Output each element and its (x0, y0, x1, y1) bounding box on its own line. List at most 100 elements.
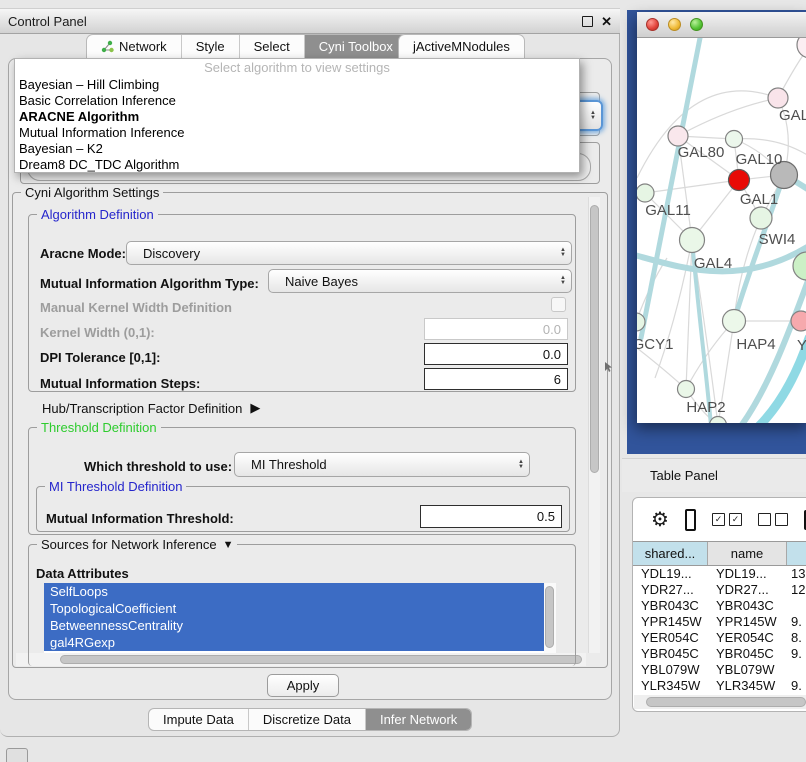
attributes-scrollbar-thumb[interactable] (545, 586, 554, 648)
table-row[interactable]: YER054CYER054C8. (633, 630, 806, 646)
close-traffic-light-icon[interactable] (646, 18, 659, 31)
dropdown-item[interactable]: Bayesian – K2 (15, 141, 579, 157)
select-all-checkboxes-icon[interactable]: ✓✓ (712, 513, 742, 526)
attribute-item[interactable]: BetweennessCentrality (44, 617, 544, 634)
dropdown-item[interactable]: Mutual Information Inference (15, 125, 579, 141)
dropdown-item[interactable]: Basic Correlation Inference (15, 93, 579, 109)
which-threshold-combobox[interactable]: MI Threshold ▲▼ (234, 452, 530, 477)
combo-stepper-icon: ▲▼ (590, 111, 601, 121)
cell: 9. (787, 646, 806, 662)
dropdown-item[interactable]: Dream8 DC_TDC Algorithm (15, 157, 579, 173)
aracne-mode-value: Discovery (127, 246, 200, 261)
cell: YBR045C (708, 646, 787, 662)
mouse-cursor (604, 362, 614, 374)
data-attributes-list[interactable]: SelfLoops TopologicalCoefficient Between… (44, 583, 556, 653)
node-gal10[interactable] (726, 131, 743, 148)
tab-discretize-data[interactable]: Discretize Data (249, 709, 366, 730)
node-label: HAP2 (686, 399, 725, 416)
cell (787, 598, 806, 614)
network-icon (101, 40, 114, 53)
table-scrollbar-thumb[interactable] (646, 697, 806, 707)
tab-label: Select (254, 39, 290, 54)
node-gal1[interactable] (750, 207, 772, 229)
zoom-traffic-light-icon[interactable] (690, 18, 703, 31)
node-gal11[interactable] (637, 184, 654, 202)
vertical-scrollbar-thumb[interactable] (590, 205, 599, 473)
which-threshold-value: MI Threshold (235, 457, 327, 472)
network-view-window[interactable]: GAL80 GAL10 GAL1 GAL11 SWI4 GAL4 GCY1 HA… (637, 12, 806, 423)
split-columns-icon[interactable] (685, 509, 696, 531)
table-row[interactable]: YPR145WYPR145W9. (633, 614, 806, 630)
dropdown-prompt: Select algorithm to view settings (15, 59, 579, 77)
network-window-titlebar[interactable] (637, 12, 806, 38)
cell: YPR145W (633, 614, 708, 630)
tab-cyni-toolbox[interactable]: Cyni Toolbox (305, 35, 407, 58)
node-hap2[interactable] (678, 381, 695, 398)
tab-infer-network[interactable]: Infer Network (366, 709, 471, 730)
dpi-tolerance-value: 0.0 (543, 347, 561, 362)
node-hap4[interactable] (723, 310, 746, 333)
top-tab-group: Network Style Select Cyni Toolbox (86, 34, 408, 58)
node-salmon[interactable] (791, 311, 806, 331)
dropdown-item[interactable]: Bayesian – Hill Climbing (15, 77, 579, 93)
tab-style[interactable]: Style (182, 35, 240, 58)
settings-vertical-scrollbar[interactable] (588, 197, 600, 653)
bottom-left-widget[interactable] (6, 748, 28, 762)
tab-label: Cyni Toolbox (319, 39, 393, 54)
attributes-scrollbar[interactable] (544, 583, 556, 653)
manual-kernel-label: Manual Kernel Width Definition (40, 300, 232, 315)
node-gal4[interactable] (680, 228, 705, 253)
node-red[interactable] (729, 170, 750, 191)
network-canvas[interactable]: GAL80 GAL10 GAL1 GAL11 SWI4 GAL4 GCY1 HA… (637, 38, 806, 423)
table-panel-header[interactable]: Table Panel (622, 458, 806, 492)
table-row[interactable]: YDR27...YDR27...12 (633, 582, 806, 598)
table-row[interactable]: YLR345WYLR345W9. (633, 678, 806, 694)
cell: YBR045C (633, 646, 708, 662)
attribute-item[interactable]: gal4RGexp (44, 634, 544, 651)
combo-stepper-icon: ▲▼ (560, 276, 571, 286)
manual-kernel-checkbox[interactable] (551, 297, 566, 312)
disclosure-down-icon[interactable]: ▼ (223, 539, 234, 551)
node-gal-partial[interactable] (768, 88, 788, 108)
table-row[interactable]: YBL079WYBL079W (633, 662, 806, 678)
tab-network[interactable]: Network (87, 35, 182, 58)
tab-impute-data[interactable]: Impute Data (149, 709, 249, 730)
gear-icon[interactable]: ⚙ (651, 510, 669, 530)
dpi-tolerance-field[interactable]: 0.0 (424, 343, 568, 365)
dropdown-item-selected[interactable]: ARACNE Algorithm (15, 109, 579, 125)
table-body[interactable]: YDL19...YDL19...13 YDR27...YDR27...12 YB… (633, 566, 806, 696)
minimize-traffic-light-icon[interactable] (668, 18, 681, 31)
aracne-mode-combobox[interactable]: Discovery ▲▼ (126, 241, 572, 265)
data-attributes-label: Data Attributes (36, 566, 129, 581)
column-header-name[interactable]: name (708, 542, 787, 565)
table-horizontal-scrollbar[interactable] (634, 695, 806, 709)
window-title: Control Panel (0, 14, 87, 29)
node-label: GAL1 (740, 191, 778, 208)
mi-type-combobox[interactable]: Naive Bayes ▲▼ (268, 269, 572, 293)
control-panel-titlebar[interactable]: Control Panel ✕ (0, 8, 620, 34)
apply-button[interactable]: Apply (267, 674, 339, 697)
disclosure-right-icon[interactable]: ▶ (250, 400, 260, 416)
column-header-partial[interactable] (787, 542, 806, 565)
attribute-item[interactable]: TopologicalCoefficient (44, 600, 544, 617)
tab-jactivemnodules[interactable]: jActiveMNodules (399, 35, 524, 58)
kernel-width-value: 0.0 (543, 322, 561, 337)
kernel-width-field[interactable]: 0.0 (424, 318, 568, 340)
node-gal80[interactable] (668, 126, 688, 146)
cell: 9. (787, 614, 806, 630)
mi-steps-field[interactable]: 6 (424, 368, 568, 390)
column-header-shared[interactable]: shared... (633, 542, 708, 565)
tab-select[interactable]: Select (240, 35, 305, 58)
node[interactable] (797, 38, 806, 58)
deselect-all-checkboxes-icon[interactable] (758, 513, 788, 526)
table-row[interactable]: YDL19...YDL19...13 (633, 566, 806, 582)
table-row[interactable]: YBR045CYBR045C9. (633, 646, 806, 662)
apply-button-label: Apply (287, 678, 320, 693)
close-icon[interactable]: ✕ (601, 15, 612, 28)
hub-definition-row[interactable]: Hub/Transcription Factor Definition ▶ (42, 400, 260, 416)
mi-threshold-field[interactable]: 0.5 (420, 505, 562, 528)
table-row[interactable]: YBR043CYBR043C (633, 598, 806, 614)
attribute-item[interactable]: SelfLoops (44, 583, 544, 600)
float-window-icon[interactable] (582, 16, 593, 27)
node-label: HAP4 (736, 336, 775, 353)
